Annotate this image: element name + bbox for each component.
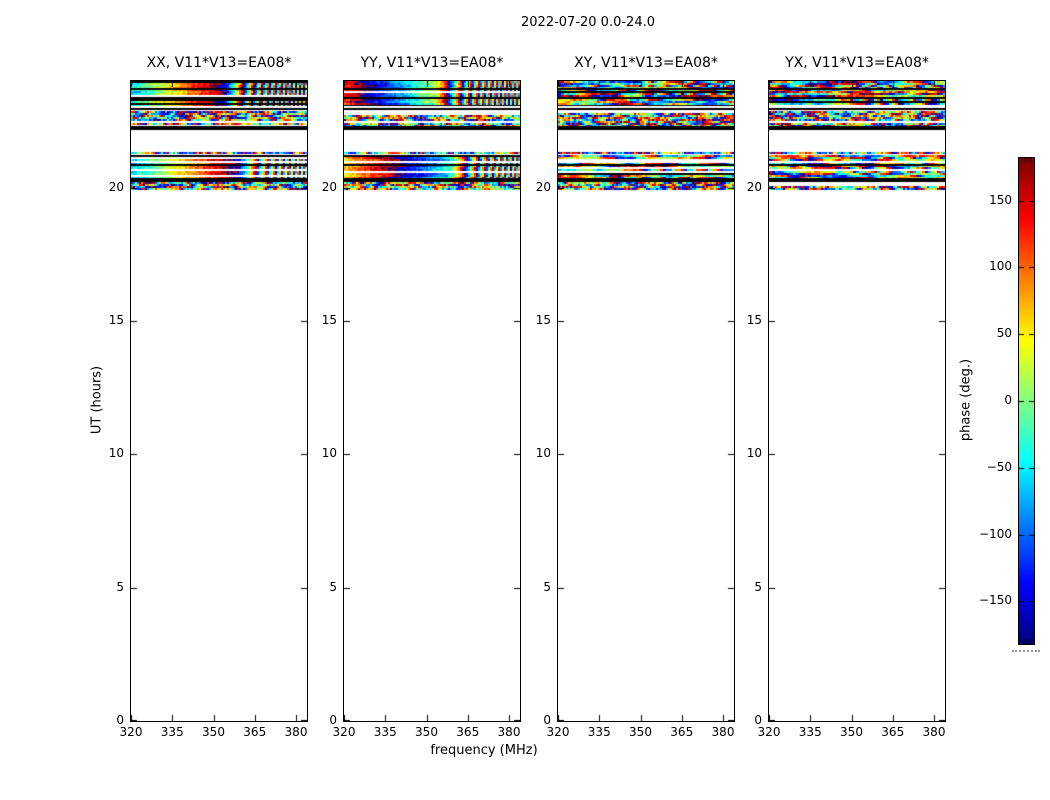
y-tick-label: 0 [754,713,762,727]
colorbar-tick-label: −150 [979,593,1012,608]
y-tick-label: 15 [321,313,337,327]
y-tick-label: 5 [754,579,762,594]
panel-title-yx: YX, V11*V13=EA08* [785,55,929,71]
y-tick-label: 20 [108,179,124,194]
colorbar-tick-label: 50 [996,326,1012,341]
x-tick-label: 320 [119,725,143,739]
x-tick-label: 350 [629,725,652,739]
y-axis-label: UT (hours) [89,365,105,435]
figure-title: 2022-07-20 0.0-24.0 [521,15,655,30]
x-axis-label: frequency (MHz) [430,743,538,758]
panel-title-yy: YY, V11*V13=EA08* [360,55,504,71]
x-tick-label: 365 [670,725,694,739]
y-tick-label: 10 [535,446,551,461]
x-tick-label: 320 [546,725,570,739]
panel-title-xx: XX, V11*V13=EA08* [146,55,292,71]
x-tick-label: 350 [202,725,225,739]
x-tick-label: 320 [757,725,781,739]
panel-title-xy: XY, V11*V13=EA08* [574,55,718,71]
x-tick-label: 365 [456,725,480,739]
colorbar-tick-label: 0 [1004,393,1012,407]
heatmap-canvas-yy [344,81,520,721]
y-tick-label: 0 [329,713,337,727]
y-tick-label: 0 [543,713,551,727]
colorbar [1018,157,1035,645]
x-tick-label: 380 [922,725,946,739]
colorbar-tick-label: 150 [989,192,1012,207]
y-tick-label: 5 [116,579,124,594]
colorbar-label: phase (deg.) [958,358,974,442]
axes-panel-yx [768,80,946,722]
phase-waterfall-figure: 2022-07-20 0.0-24.0 XX, V11*V13=EA08* 320… [0,0,1050,800]
heatmap-canvas-xx [131,81,307,721]
x-tick-label: 335 [160,725,184,739]
x-tick-label: 380 [711,725,735,739]
colorbar-tick-label: 100 [989,259,1012,274]
axes-panel-xy [557,80,735,722]
x-tick-label: 320 [332,725,356,739]
y-tick-label: 5 [543,579,551,594]
x-tick-label: 365 [881,725,905,739]
y-tick-label: 20 [746,179,762,194]
colorbar-tick-label: −50 [986,459,1012,474]
y-tick-label: 0 [116,713,124,727]
y-tick-label: 10 [746,446,762,461]
y-tick-label: 10 [108,446,124,461]
axes-panel-yy [343,80,521,722]
y-tick-label: 15 [535,313,551,327]
x-tick-label: 335 [373,725,397,739]
x-tick-label: 380 [284,725,308,739]
y-tick-label: 20 [535,179,551,194]
y-tick-label: 10 [321,446,337,461]
colorbar-bottom-dotted-line [1012,650,1040,652]
colorbar-tick-label: −100 [979,526,1012,541]
heatmap-canvas-yx [769,81,945,721]
axes-panel-xx [130,80,308,722]
y-tick-label: 5 [329,579,337,594]
y-tick-label: 20 [321,179,337,194]
colorbar-gradient [1019,158,1034,644]
x-tick-label: 335 [587,725,611,739]
y-tick-label: 15 [746,313,762,327]
x-tick-label: 365 [243,725,267,739]
x-tick-label: 380 [497,725,521,739]
x-tick-label: 350 [840,725,863,739]
x-tick-label: 335 [798,725,822,739]
heatmap-canvas-xy [558,81,734,721]
x-tick-label: 350 [415,725,438,739]
y-tick-label: 15 [108,313,124,327]
